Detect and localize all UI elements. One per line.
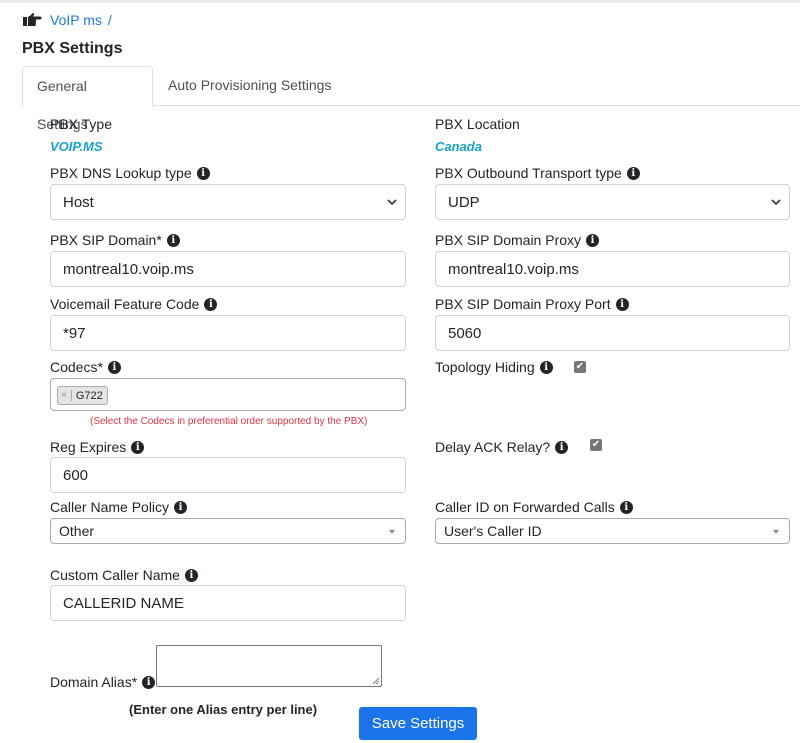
tab-general-settings[interactable]: General Settings	[22, 66, 153, 132]
delay-ack-checkbox[interactable]: ✔	[590, 439, 602, 451]
info-icon[interactable]: i	[142, 675, 156, 689]
caller-id-forwarded-label: Caller ID on Forwarded Calls i	[435, 499, 633, 515]
sip-domain-label: PBX SIP Domain* i	[50, 232, 180, 248]
chevron-down-icon	[771, 199, 781, 206]
delay-ack-label: Delay ACK Relay? i	[435, 439, 569, 455]
info-icon[interactable]: i	[619, 500, 633, 514]
chevron-down-icon	[387, 199, 397, 206]
info-icon[interactable]: i	[539, 360, 553, 374]
dropdown-arrow-icon	[773, 530, 779, 534]
breadcrumb-separator: /	[107, 12, 112, 28]
info-icon[interactable]: i	[615, 297, 629, 311]
voicemail-code-label: Voicemail Feature Code i	[50, 296, 218, 312]
info-icon[interactable]: i	[626, 166, 640, 180]
settings-tabs: General Settings Auto Provisioning Setti…	[22, 66, 800, 132]
caller-name-policy-label: Caller Name Policy i	[50, 499, 188, 515]
domain-alias-textarea[interactable]	[156, 645, 382, 687]
dropdown-arrow-icon	[389, 530, 395, 534]
pbx-type-label: PBX Type	[50, 116, 113, 132]
codec-chip-label: G722	[75, 389, 103, 402]
remove-chip-icon[interactable]: ×	[61, 390, 72, 401]
custom-caller-name-input[interactable]: CALLERID NAME	[50, 585, 406, 621]
codecs-hint: (Select the Codecs in preferential order…	[90, 416, 368, 427]
sip-domain-input[interactable]: montreal10.voip.ms	[50, 251, 406, 287]
custom-caller-name-label: Custom Caller Name i	[50, 567, 198, 583]
breadcrumb: VoIP ms /	[22, 12, 112, 28]
topology-hiding-checkbox[interactable]: ✔	[574, 361, 586, 373]
info-icon[interactable]: i	[131, 440, 145, 454]
dns-lookup-label: PBX DNS Lookup type i	[50, 165, 210, 181]
info-icon[interactable]: i	[555, 440, 569, 454]
outbound-transport-label: PBX Outbound Transport type i	[435, 165, 640, 181]
resize-grip-icon[interactable]	[372, 677, 380, 685]
caller-id-forwarded-select[interactable]: User's Caller ID	[435, 518, 790, 544]
codec-chip: × G722	[57, 386, 108, 405]
sip-domain-proxy-input[interactable]: montreal10.voip.ms	[435, 251, 790, 287]
info-icon[interactable]: i	[586, 233, 600, 247]
breadcrumb-voip-ms[interactable]: VoIP ms	[50, 12, 102, 28]
domain-alias-hint: (Enter one Alias entry per line)	[129, 702, 318, 717]
caller-name-policy-select[interactable]: Other	[50, 518, 406, 544]
info-icon[interactable]: i	[107, 360, 121, 374]
info-icon[interactable]: i	[166, 233, 180, 247]
page-title: PBX Settings	[22, 40, 123, 57]
topology-hiding-label: Topology Hiding i	[435, 359, 553, 375]
outbound-transport-select[interactable]: UDP	[435, 184, 790, 220]
info-icon[interactable]: i	[184, 568, 198, 582]
proxy-port-input[interactable]: 5060	[435, 315, 790, 351]
info-icon[interactable]: i	[174, 500, 188, 514]
save-settings-button[interactable]: Save Settings	[359, 707, 477, 740]
dns-lookup-select[interactable]: Host	[50, 184, 406, 220]
pbx-location-label: PBX Location	[435, 116, 520, 132]
pbx-type-value: VOIP.MS	[50, 139, 103, 154]
sip-domain-proxy-label: PBX SIP Domain Proxy i	[435, 232, 600, 248]
proxy-port-label: PBX SIP Domain Proxy Port i	[435, 296, 629, 312]
info-icon[interactable]: i	[204, 297, 218, 311]
reg-expires-input[interactable]: 600	[50, 457, 406, 493]
voicemail-code-input[interactable]: *97	[50, 315, 406, 351]
codecs-multiselect[interactable]: × G722	[50, 378, 406, 411]
tab-auto-provisioning-settings[interactable]: Auto Provisioning Settings	[154, 66, 345, 106]
pointing-hand-icon	[23, 13, 42, 26]
pbx-location-value: Canada	[435, 139, 482, 154]
domain-alias-label: Domain Alias* i	[50, 674, 156, 690]
codecs-label: Codecs* i	[50, 359, 121, 375]
top-border	[0, 0, 800, 3]
info-icon[interactable]: i	[196, 166, 210, 180]
reg-expires-label: Reg Expires i	[50, 439, 145, 455]
